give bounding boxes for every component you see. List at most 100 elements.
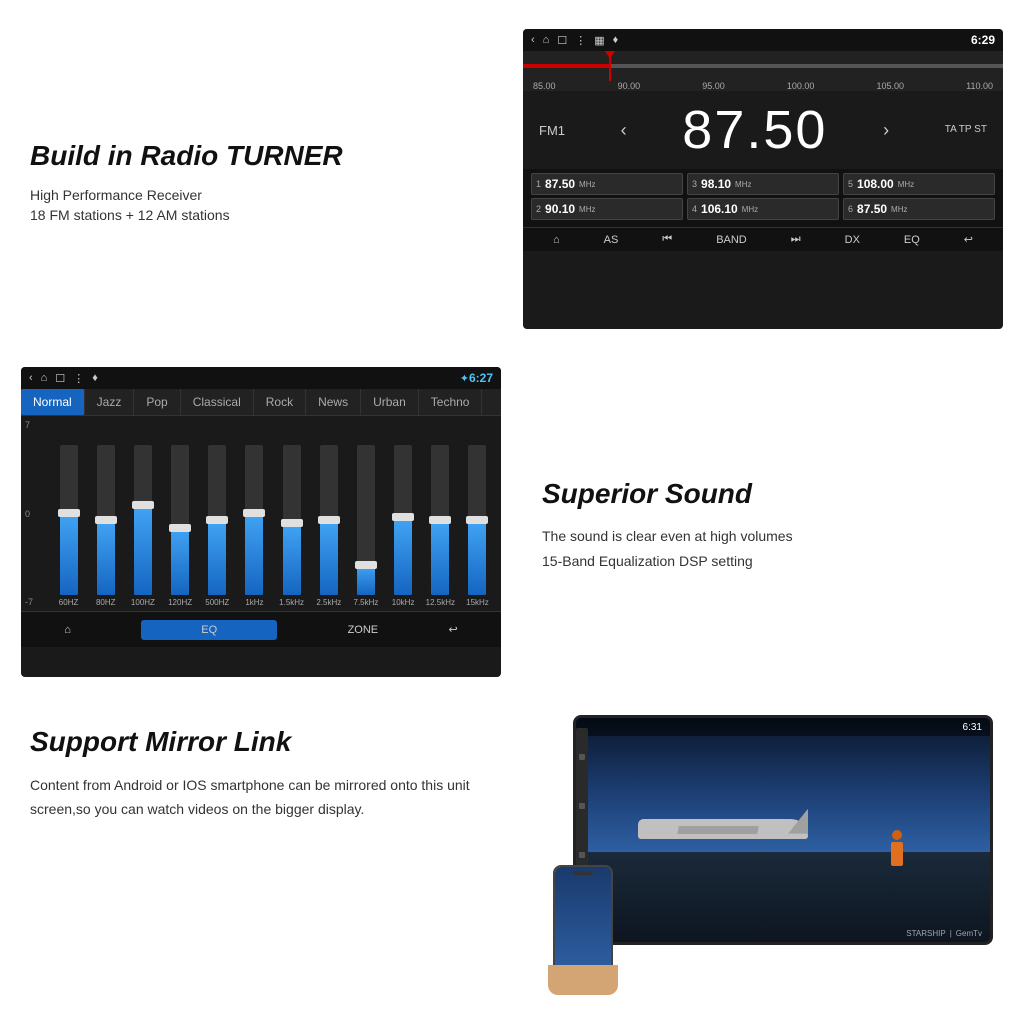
preset-5[interactable]: 5 108.00 MHz (843, 173, 995, 195)
radio-eq-btn[interactable]: EQ (904, 234, 920, 246)
eq-band-label-7: 2.5kHz (316, 598, 341, 607)
phone-body (553, 865, 613, 975)
eq-mode-news[interactable]: News (306, 389, 361, 415)
preset-3-freq: 98.10 (701, 177, 731, 191)
radio-statusbar: ‹ ⌂ ☐ ⋮ ▦ ♦ 6:29 (523, 29, 1003, 51)
eq-band-handle-10[interactable] (429, 516, 451, 524)
preset-2-num: 2 (536, 204, 541, 214)
eq-mode-rock[interactable]: Rock (254, 389, 306, 415)
preset-4[interactable]: 4 106.10 MHz (687, 198, 839, 220)
preset-5-unit: MHz (898, 180, 914, 189)
bluetooth-icon: ♦ (613, 34, 619, 46)
radio-home-btn[interactable]: ⌂ (553, 234, 560, 246)
mirror-person-body (891, 842, 903, 866)
radio-back-btn[interactable]: ↩ (964, 233, 973, 246)
eq-band-500HZ[interactable]: 500HZ (202, 445, 233, 607)
mirror-statusbar-overlay: 6:31 (576, 718, 990, 736)
radio-preset-row-2: 2 90.10 MHz 4 106.10 MHz 6 87.50 MHz (531, 198, 995, 220)
eq-statusbar: ‹ ⌂ ☐ ⋮ ♦ ✦ 6:27 (21, 367, 501, 389)
eq-band-fill-4 (208, 520, 226, 595)
preset-3[interactable]: 3 98.10 MHz (687, 173, 839, 195)
radio-freq-progress (523, 64, 609, 68)
eq-band-handle-0[interactable] (58, 509, 80, 517)
eq-band-handle-7[interactable] (318, 516, 340, 524)
section-radio-text: Build in Radio TURNER High Performance R… (10, 10, 512, 348)
eq-band-60HZ[interactable]: 60HZ (53, 445, 84, 607)
eq-band-fill-6 (283, 523, 301, 595)
radio-nav-left[interactable]: ‹ (621, 120, 627, 141)
eq-band-80HZ[interactable]: 80HZ (90, 445, 121, 607)
eq-band-handle-1[interactable] (95, 516, 117, 524)
eq-band-track-3 (171, 445, 189, 595)
sound-line-1: The sound is clear even at high volumes (542, 526, 994, 547)
mirror-plane-scene: 6:31 STARSHIP | GemTv (576, 718, 990, 942)
radio-nav-right[interactable]: › (883, 120, 889, 141)
preset-2[interactable]: 2 90.10 MHz (531, 198, 683, 220)
eq-band-12.5kHz[interactable]: 12.5kHz (425, 445, 456, 607)
radio-prev-btn[interactable]: ⏮ (662, 233, 672, 246)
eq-band-track-4 (208, 445, 226, 595)
eq-eq-btn[interactable]: EQ (141, 620, 277, 640)
sound-line-2: 15-Band Equalization DSP setting (542, 551, 994, 572)
preset-6[interactable]: 6 87.50 MHz (843, 198, 995, 220)
eq-band-label-1: 80HZ (96, 598, 116, 607)
eq-square-icon: ☐ (55, 372, 65, 385)
eq-back-icon: ‹ (29, 372, 33, 385)
eq-home-icon: ⌂ (41, 372, 48, 385)
preset-3-unit: MHz (735, 180, 751, 189)
mirror-headunit: 6:31 STARSHIP | GemTv (573, 715, 993, 945)
mirror-description: Content from Android or IOS smartphone c… (30, 774, 492, 822)
preset-1-freq: 87.50 (545, 177, 575, 191)
preset-1[interactable]: 1 87.50 MHz (531, 173, 683, 195)
eq-zone-btn[interactable]: ZONE (348, 624, 379, 636)
radio-band-btn[interactable]: BAND (716, 234, 747, 246)
radio-statusbar-icons: ‹ ⌂ ☐ ⋮ ▦ ♦ (531, 34, 618, 47)
eq-band-fill-2 (134, 505, 152, 595)
eq-band-1.5kHz[interactable]: 1.5kHz (276, 445, 307, 607)
eq-band-10kHz[interactable]: 10kHz (388, 445, 419, 607)
preset-2-freq: 90.10 (545, 202, 575, 216)
eq-band-label-11: 15kHz (466, 598, 489, 607)
preset-5-num: 5 (848, 179, 853, 189)
eq-band-track-9 (394, 445, 412, 595)
radio-freq-labels: 85.00 90.00 95.00 100.00 105.00 110.00 (523, 81, 1003, 91)
eq-bottombar: ⌂ EQ ZONE ↩ (21, 611, 501, 647)
eq-mode-urban[interactable]: Urban (361, 389, 419, 415)
eq-band-handle-4[interactable] (206, 516, 228, 524)
mirror-phone (533, 865, 633, 995)
eq-band-15kHz[interactable]: 15kHz (462, 445, 493, 607)
eq-band-7.5kHz[interactable]: 7.5kHz (350, 445, 381, 607)
preset-5-freq: 108.00 (857, 177, 894, 191)
radio-dx-btn[interactable]: DX (845, 234, 860, 246)
radio-ta-tp: TA TP ST (945, 122, 987, 138)
preset-4-num: 4 (692, 204, 697, 214)
radio-next-btn[interactable]: ⏭ (791, 233, 801, 246)
eq-mode-classical[interactable]: Classical (181, 389, 254, 415)
eq-bluetooth-icon: ✦ (460, 372, 469, 385)
radio-feature-1: High Performance Receiver (30, 187, 492, 203)
mirror-person (887, 830, 907, 870)
preset-6-unit: MHz (891, 205, 907, 214)
preset-4-freq: 106.10 (701, 202, 738, 216)
eq-back-btn[interactable]: ↩ (449, 623, 458, 636)
eq-band-track-7 (320, 445, 338, 595)
eq-mode-normal[interactable]: Normal (21, 389, 85, 415)
eq-band-100HZ[interactable]: 100HZ (127, 445, 158, 607)
eq-home-btn[interactable]: ⌂ (64, 624, 71, 636)
eq-band-handle-2[interactable] (132, 501, 154, 509)
eq-mode-jazz[interactable]: Jazz (85, 389, 135, 415)
eq-band-handle-8[interactable] (355, 561, 377, 569)
eq-band-handle-11[interactable] (466, 516, 488, 524)
eq-mode-pop[interactable]: Pop (134, 389, 180, 415)
eq-mode-techno[interactable]: Techno (419, 389, 483, 415)
eq-band-handle-3[interactable] (169, 524, 191, 532)
eq-band-handle-5[interactable] (243, 509, 265, 517)
preset-6-num: 6 (848, 204, 853, 214)
eq-band-handle-6[interactable] (281, 519, 303, 527)
section-sound-text: Superior Sound The sound is clear even a… (512, 348, 1014, 696)
eq-band-handle-9[interactable] (392, 513, 414, 521)
eq-band-2.5kHz[interactable]: 2.5kHz (313, 445, 344, 607)
radio-as-btn[interactable]: AS (604, 234, 619, 246)
eq-band-120HZ[interactable]: 120HZ (165, 445, 196, 607)
eq-band-1kHz[interactable]: 1kHz (239, 445, 270, 607)
